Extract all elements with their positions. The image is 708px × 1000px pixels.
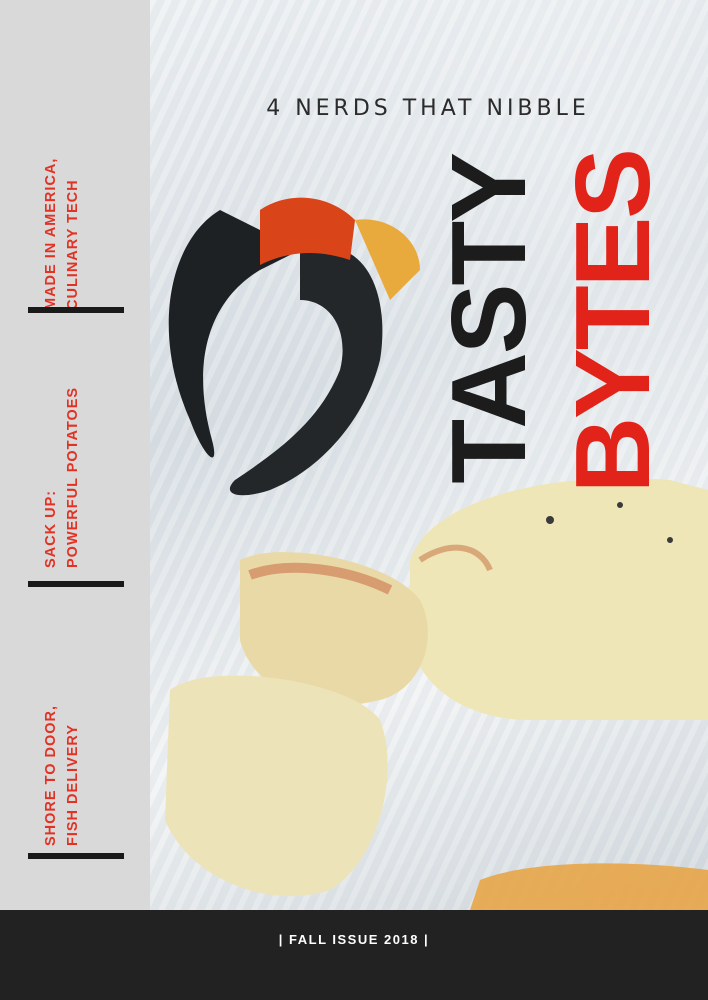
cover-headline: 4 NERDS THAT NIBBLE bbox=[266, 96, 590, 121]
footer-bar: | FALL ISSUE 2018 | bbox=[0, 910, 708, 1000]
sidebar-item-culinary-tech[interactable]: MADE IN AMERICA, CULINARY TECH bbox=[0, 0, 150, 316]
sidebar-item-fish-delivery[interactable]: SHORE TO DOOR, FISH DELIVERY bbox=[0, 586, 150, 866]
sidebar-divider bbox=[28, 853, 124, 859]
sidebar: MADE IN AMERICA, CULINARY TECH SACK UP: … bbox=[0, 0, 150, 910]
title-word-bytes: BYTES bbox=[554, 150, 672, 494]
sidebar-item-potatoes[interactable]: SACK UP: POWERFUL POTATOES bbox=[0, 316, 150, 587]
sidebar-item-label: SACK UP: POWERFUL POTATOES bbox=[43, 386, 81, 568]
issue-label: | FALL ISSUE 2018 | bbox=[278, 932, 430, 947]
title-word-tasty: TASTY bbox=[430, 154, 548, 484]
sidebar-divider bbox=[28, 307, 124, 313]
sidebar-item-label: MADE IN AMERICA, CULINARY TECH bbox=[43, 157, 81, 310]
sidebar-item-label: SHORE TO DOOR, FISH DELIVERY bbox=[43, 704, 81, 846]
